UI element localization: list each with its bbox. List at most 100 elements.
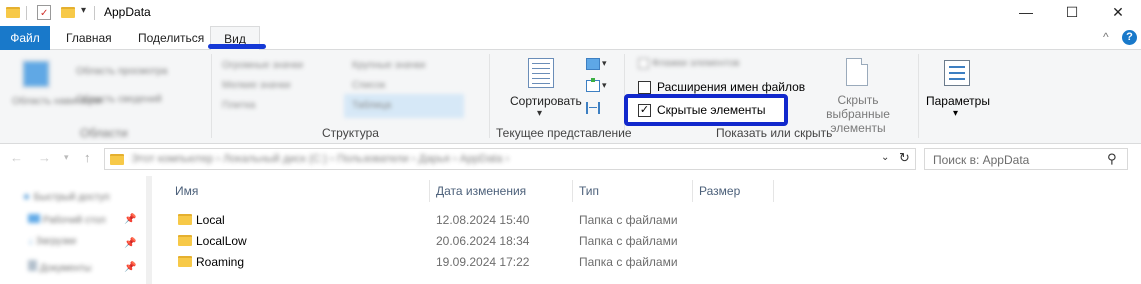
collapse-ribbon-icon[interactable]: ^ — [1103, 30, 1109, 44]
layout-gallery: Огромные значки Крупные значки Мелкие зн… — [214, 56, 489, 122]
details-pane-button[interactable]: Область сведений — [76, 94, 162, 105]
file-list: Имя Дата изменения Тип Размер Local 12.0… — [153, 176, 1141, 284]
ribbon-tabs: Файл Главная Поделиться Вид ^ ? — [0, 26, 1141, 51]
column-header-type[interactable]: Тип — [579, 184, 599, 198]
sort-dropdown-icon[interactable]: ▾ — [537, 108, 542, 119]
navigation-pane-icon[interactable] — [22, 60, 50, 88]
options-dropdown-icon[interactable]: ▾ — [953, 108, 958, 119]
tab-file[interactable]: Файл — [0, 26, 50, 50]
pin-icon: 📌 — [124, 262, 137, 273]
hidden-items-label: Скрытые элементы — [657, 103, 766, 117]
file-extensions-label: Расширения имен файлов — [657, 80, 806, 94]
new-folder-icon[interactable] — [61, 7, 75, 18]
minimize-button[interactable]: — — [1003, 0, 1049, 26]
preview-pane-button[interactable]: Область просмотра — [76, 66, 167, 77]
quick-access-dropdown-icon[interactable]: ▾ — [81, 5, 86, 16]
breadcrumb-item[interactable]: Локальный диск (C:) — [223, 153, 327, 165]
breadcrumb-item[interactable]: Пользователи — [337, 153, 409, 165]
ribbon: Область навигации Область просмотра Обла… — [0, 50, 1141, 144]
tab-share[interactable]: Поделиться — [138, 26, 204, 50]
layout-selected[interactable]: Таблица — [344, 94, 464, 118]
file-type: Папка с файлами — [579, 234, 678, 248]
folder-icon — [110, 154, 124, 165]
file-name: LocalLow — [196, 234, 247, 248]
nav-item-desktop[interactable]: Рабочий стол — [28, 214, 106, 226]
nav-item-downloads[interactable]: ↓ Загрузки — [28, 236, 76, 247]
structure-group-label: Структура — [322, 126, 379, 140]
file-extensions-checkbox[interactable] — [638, 81, 651, 94]
divider — [26, 6, 27, 20]
divider[interactable] — [429, 180, 430, 202]
file-type: Папка с файлами — [579, 213, 678, 227]
layout-option[interactable]: Огромные значки — [222, 60, 303, 71]
help-icon[interactable]: ? — [1122, 30, 1137, 45]
divider — [94, 6, 95, 20]
table-row[interactable]: LocalLow 20.06.2024 18:34 Папка с файлам… — [153, 231, 793, 251]
options-icon[interactable] — [944, 60, 970, 86]
hide-selected-icon[interactable] — [846, 58, 868, 86]
window-title: AppData — [104, 5, 151, 19]
breadcrumb-item[interactable]: Дарья — [419, 153, 450, 165]
folder-icon — [178, 256, 192, 267]
pin-icon: 📌 — [124, 214, 137, 225]
title-bar: ✓ ▾ AppData — ☐ ✕ — [0, 0, 1141, 26]
table-row[interactable]: Roaming 19.09.2024 17:22 Папка с файлами — [153, 252, 793, 272]
column-header-name[interactable]: Имя — [175, 184, 198, 198]
nav-item-documents[interactable]: Документы — [28, 260, 91, 274]
sort-by-icon[interactable] — [528, 58, 554, 88]
column-header-size[interactable]: Размер — [699, 184, 740, 198]
current-view-group-label: Текущее представление — [496, 126, 632, 140]
breadcrumb-item[interactable]: AppData — [460, 153, 503, 165]
divider[interactable] — [773, 180, 774, 202]
search-placeholder: Поиск в: AppData — [933, 153, 1030, 167]
search-icon[interactable]: ⚲ — [1107, 151, 1117, 167]
forward-icon[interactable]: → — [38, 150, 51, 165]
layout-option[interactable]: Список — [352, 80, 385, 91]
address-dropdown-icon[interactable]: ⌄ — [881, 152, 889, 163]
panes-group: Область навигации Область просмотра Обла… — [0, 50, 210, 144]
file-name: Local — [196, 213, 225, 227]
divider[interactable] — [572, 180, 573, 202]
layout-option[interactable]: Мелкие значки — [222, 80, 290, 91]
divider — [489, 54, 490, 138]
navigation-pane: ★ Быстрый доступ Рабочий стол ↓ Загрузки… — [0, 176, 152, 284]
group-by-icon[interactable] — [586, 58, 600, 70]
layout-option[interactable]: Крупные значки — [352, 60, 425, 71]
pin-icon: 📌 — [124, 238, 137, 249]
nav-scrollbar[interactable] — [146, 176, 152, 284]
tab-home[interactable]: Главная — [66, 26, 112, 50]
back-icon[interactable]: ← — [10, 150, 23, 165]
file-date: 19.09.2024 17:22 — [436, 255, 530, 269]
size-columns-icon[interactable] — [586, 102, 600, 114]
table-row[interactable]: Local 12.08.2024 15:40 Папка с файлами — [153, 210, 793, 230]
folder-icon — [6, 7, 20, 18]
file-date: 12.08.2024 15:40 — [436, 213, 530, 227]
add-columns-dropdown-icon[interactable]: ▾ — [602, 80, 607, 91]
file-date: 20.06.2024 18:34 — [436, 234, 530, 248]
file-name: Roaming — [196, 255, 245, 269]
divider — [918, 54, 919, 138]
group-by-dropdown-icon[interactable]: ▾ — [602, 58, 607, 69]
address-row: ← → ▾ ↑ Этот компьютер › Локальный диск … — [0, 145, 1141, 175]
nav-item-quick-access[interactable]: ★ Быстрый доступ — [22, 192, 110, 203]
divider[interactable] — [692, 180, 693, 202]
up-icon[interactable]: ↑ — [84, 150, 91, 165]
item-checkboxes-option[interactable]: Флажки элементов — [638, 58, 739, 69]
folder-icon — [178, 235, 192, 246]
recent-locations-icon[interactable]: ▾ — [64, 152, 69, 163]
hidden-items-checkbox[interactable]: ✓ — [638, 104, 651, 117]
add-columns-icon[interactable] — [586, 78, 600, 92]
address-bar[interactable]: Этот компьютер › Локальный диск (C:) › П… — [104, 148, 916, 170]
column-header-date[interactable]: Дата изменения — [436, 184, 526, 198]
properties-icon[interactable]: ✓ — [37, 5, 51, 20]
breadcrumb-item[interactable]: Этот компьютер — [131, 153, 213, 165]
sort-by-button[interactable]: Сортировать — [510, 94, 582, 108]
maximize-button[interactable]: ☐ — [1049, 0, 1095, 26]
close-button[interactable]: ✕ — [1095, 0, 1141, 26]
layout-option[interactable]: Плитка — [222, 100, 255, 111]
refresh-icon[interactable]: ↻ — [899, 150, 910, 166]
options-button[interactable]: Параметры — [926, 94, 990, 108]
folder-icon — [178, 214, 192, 225]
search-box[interactable]: Поиск в: AppData ⚲ — [924, 148, 1128, 170]
breadcrumb: Этот компьютер › Локальный диск (C:) › П… — [131, 153, 510, 165]
